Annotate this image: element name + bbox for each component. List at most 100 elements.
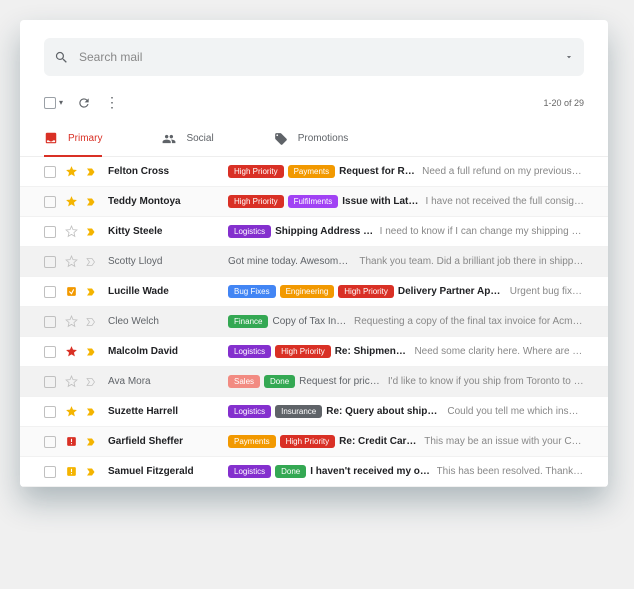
- subject: Copy of Tax Invoice: [272, 316, 348, 327]
- mail-label: Payments: [288, 165, 336, 178]
- star-icon[interactable]: [64, 315, 78, 328]
- row-checkbox[interactable]: [44, 406, 56, 418]
- search-options-icon[interactable]: [564, 52, 574, 62]
- importance-icon[interactable]: [84, 256, 98, 268]
- importance-icon[interactable]: [84, 346, 98, 358]
- row-content: LogisticsShipping Address ChangeI need t…: [228, 225, 584, 238]
- snippet: Need some clarity here. Where are my ord…: [414, 346, 584, 357]
- tab-promotions[interactable]: Promotions: [274, 121, 349, 156]
- mail-label: High Priority: [228, 195, 284, 208]
- row-content: Logistics High Priority Re: Shipment Delay…: [228, 345, 584, 358]
- subject: Request for price quote: [299, 376, 382, 387]
- sender: Ava Mora: [108, 376, 228, 387]
- mail-label: High Priority: [338, 285, 394, 298]
- star-icon[interactable]: [64, 165, 78, 178]
- email-row[interactable]: Felton CrossHigh PriorityPaymentsRequest…: [20, 157, 608, 187]
- mail-label: Engineering: [280, 285, 335, 298]
- row-content: FinanceCopy of Tax InvoiceRequesting a c…: [228, 315, 584, 328]
- pagination-count: 1-20 of 29: [543, 98, 584, 108]
- sender: Felton Cross: [108, 166, 228, 177]
- star-icon[interactable]: [64, 225, 78, 238]
- importance-icon[interactable]: [84, 436, 98, 448]
- snippet: I need to know if I can change my shippi…: [380, 226, 584, 237]
- people-icon: [162, 132, 176, 146]
- importance-icon[interactable]: [84, 406, 98, 418]
- importance-icon[interactable]: [84, 466, 98, 478]
- tab-label: Primary: [68, 133, 102, 144]
- row-checkbox[interactable]: [44, 166, 56, 178]
- row-content: LogisticsDoneI haven't received my order…: [228, 465, 584, 478]
- select-all-checkbox[interactable]: [44, 97, 56, 109]
- toolbar: ▾ ⋮ 1-20 of 29: [20, 88, 608, 121]
- row-checkbox[interactable]: [44, 436, 56, 448]
- email-row[interactable]: Samuel FitzgeraldLogisticsDoneI haven't …: [20, 457, 608, 487]
- sender: Teddy Montoya: [108, 196, 228, 207]
- mail-label: Fulfilments: [288, 195, 339, 208]
- refresh-icon[interactable]: [77, 96, 91, 110]
- mail-app: ▾ ⋮ 1-20 of 29 Primary Social Promotions F…: [20, 20, 608, 487]
- importance-icon[interactable]: [84, 196, 98, 208]
- email-row[interactable]: Scotty LloydGot mine today. Awesome stuf…: [20, 247, 608, 277]
- row-content: High Priority FulfilmentsIssue with Lates…: [228, 195, 584, 208]
- star-icon[interactable]: [64, 345, 78, 358]
- email-list: Felton CrossHigh PriorityPaymentsRequest…: [20, 157, 608, 487]
- importance-icon[interactable]: [84, 286, 98, 298]
- sender: Suzette Harrell: [108, 406, 228, 417]
- row-content: High PriorityPaymentsRequest for RefundN…: [228, 165, 584, 178]
- tab-primary[interactable]: Primary: [44, 121, 102, 157]
- email-row[interactable]: Lucille WadeBug FixesEngineeringHigh Pri…: [20, 277, 608, 307]
- row-checkbox[interactable]: [44, 466, 56, 478]
- subject: Issue with Latest Order: [342, 196, 419, 207]
- subject: I haven't received my order: [310, 466, 430, 477]
- star-icon[interactable]: [64, 285, 78, 298]
- email-row[interactable]: Kitty SteeleLogisticsShipping Address Ch…: [20, 217, 608, 247]
- snippet: Need a full refund on my previous order …: [422, 166, 584, 177]
- importance-icon[interactable]: [84, 376, 98, 388]
- star-icon[interactable]: [64, 465, 78, 478]
- star-icon[interactable]: [64, 195, 78, 208]
- email-row[interactable]: Cleo WelchFinanceCopy of Tax InvoiceRequ…: [20, 307, 608, 337]
- email-row[interactable]: Suzette HarrellLogisticsInsuranceRe: Que…: [20, 397, 608, 427]
- email-row[interactable]: Malcolm DavidLogisticsHigh PriorityRe: S…: [20, 337, 608, 367]
- importance-icon[interactable]: [84, 316, 98, 328]
- mail-label: Finance: [228, 315, 268, 328]
- more-icon[interactable]: ⋮: [105, 94, 119, 111]
- mail-label: Done: [264, 375, 295, 388]
- row-checkbox[interactable]: [44, 196, 56, 208]
- star-icon[interactable]: [64, 255, 78, 268]
- mail-label: Logistics: [228, 345, 271, 358]
- subject: Re: Shipment Delayed?: [335, 346, 409, 357]
- tab-label: Social: [186, 133, 213, 144]
- snippet: I have not received the full consignment…: [426, 196, 584, 207]
- importance-icon[interactable]: [84, 166, 98, 178]
- row-checkbox[interactable]: [44, 286, 56, 298]
- snippet: Thank you team. Did a brilliant job ther…: [359, 256, 584, 267]
- category-tabs: Primary Social Promotions: [20, 121, 608, 157]
- subject: Re: Credit Card Declined: [339, 436, 418, 447]
- search-input[interactable]: [79, 50, 564, 64]
- email-row[interactable]: Teddy MontoyaHigh Priority FulfilmentsIss…: [20, 187, 608, 217]
- search-bar[interactable]: [44, 38, 584, 76]
- row-checkbox[interactable]: [44, 226, 56, 238]
- select-dropdown-icon[interactable]: ▾: [59, 98, 63, 107]
- star-icon[interactable]: [64, 435, 78, 448]
- mail-label: High Priority: [275, 345, 331, 358]
- row-checkbox[interactable]: [44, 346, 56, 358]
- tab-social[interactable]: Social: [162, 121, 213, 156]
- star-icon[interactable]: [64, 405, 78, 418]
- email-row[interactable]: Ava MoraSalesDoneRequest for price quote…: [20, 367, 608, 397]
- subject: Shipping Address Change: [275, 226, 374, 237]
- row-checkbox[interactable]: [44, 256, 56, 268]
- mail-label: Insurance: [275, 405, 322, 418]
- sender: Scotty Lloyd: [108, 256, 228, 267]
- email-row[interactable]: Garfield ShefferPaymentsHigh PriorityRe:…: [20, 427, 608, 457]
- row-checkbox[interactable]: [44, 316, 56, 328]
- sender: Garfield Sheffer: [108, 436, 228, 447]
- subject: Delivery Partner App Notification Sync: [398, 286, 504, 297]
- star-icon[interactable]: [64, 375, 78, 388]
- importance-icon[interactable]: [84, 226, 98, 238]
- row-checkbox[interactable]: [44, 376, 56, 388]
- sender: Samuel Fitzgerald: [108, 466, 228, 477]
- mail-label: Payments: [228, 435, 276, 448]
- subject: Request for Refund: [339, 166, 416, 177]
